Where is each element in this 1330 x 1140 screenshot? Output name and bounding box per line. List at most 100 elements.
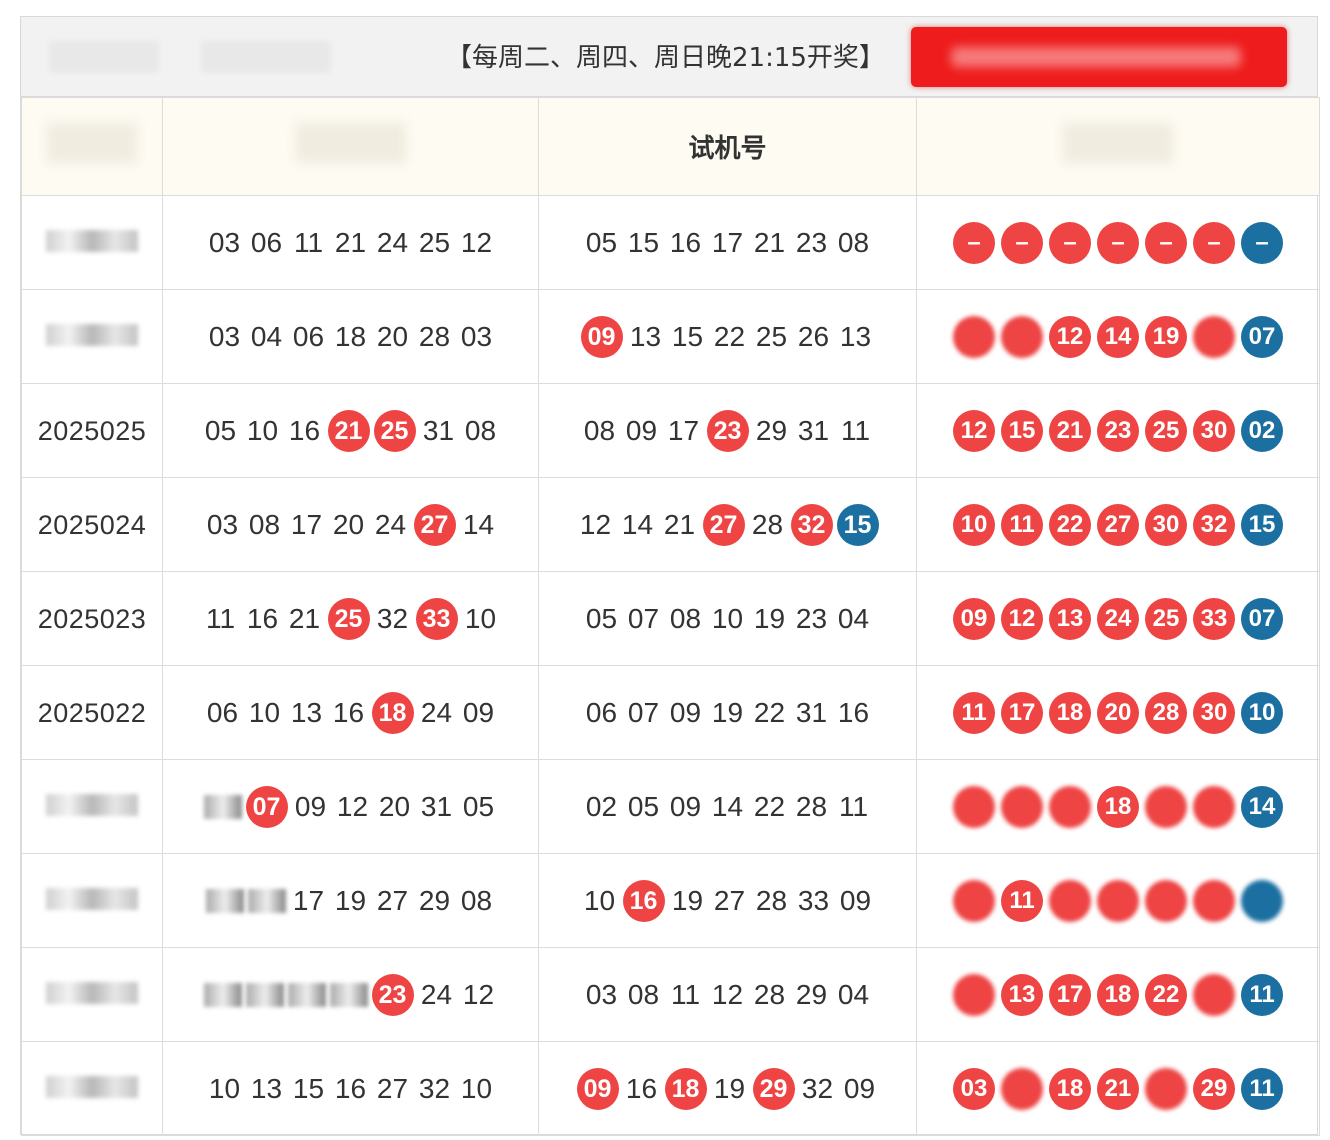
trial-number: 28 [751, 508, 784, 540]
draw-number: 06 [206, 696, 239, 728]
action-button[interactable] [911, 27, 1287, 87]
draw-numbers-cell: 10 13 15 16 27 32 10 [162, 1041, 539, 1136]
draw-numbers: 03 04 06 18 20 28 03 [204, 319, 498, 352]
trial-number: 29 [795, 978, 828, 1010]
trial-number: 26 [797, 320, 830, 352]
draw-number: 27 [376, 1072, 409, 1104]
draw-number: 27 [413, 503, 456, 546]
table-row: 2025022 06 10 13 16 18 24 09 06 07 09 19 22 31 16 11 17 1… [21, 665, 1320, 760]
red-ball: 18 [1097, 973, 1139, 1016]
red-ball: 11 [953, 691, 995, 734]
trial-number: 17 [667, 414, 700, 446]
red-ball: 11 [1001, 503, 1043, 546]
results-table: 试机号 03 06 11 21 24 25 12 05 15 16 17 21 23 08– – – – – – –0… [21, 97, 1320, 1136]
draw-number: 29 [418, 884, 451, 916]
draw-number: 19 [334, 884, 367, 916]
draw-number: 32 [376, 602, 409, 634]
prize-balls: 11 17 18 20 28 30 10 [950, 691, 1286, 734]
trial-numbers: 09 13 15 22 25 26 13 [579, 315, 877, 358]
trial-number: 09 [669, 696, 702, 728]
prize-balls: 11 [950, 879, 1286, 922]
trial-number: 12 [579, 508, 612, 540]
tab-blurred-1[interactable] [49, 41, 159, 73]
table-row: 17 19 27 29 08 10 16 19 27 28 33 09 11 [21, 853, 1320, 948]
draw-numbers-cell: 06 10 13 16 18 24 09 [162, 665, 539, 760]
red-ball: 29 [1193, 1067, 1235, 1110]
period-cell [21, 1041, 163, 1136]
prize-balls-cell: 03 18 21 29 11 [916, 1041, 1320, 1136]
prize-balls: 10 11 22 27 30 32 15 [950, 503, 1286, 546]
trial-number: 27 [702, 503, 745, 546]
period-number: 2025025 [37, 415, 147, 446]
draw-number: 16 [332, 696, 365, 728]
period-number-blurred [46, 229, 138, 252]
draw-schedule-text: 【每周二、周四、周日晚21:15开奖】 [446, 43, 885, 73]
red-ball: 13 [1001, 973, 1043, 1016]
draw-number: 11 [293, 226, 324, 258]
red-ball: 18 [1097, 785, 1139, 828]
draw-number: 21 [334, 226, 367, 258]
draw-numbers: 06 10 13 16 18 24 09 [202, 691, 500, 734]
tab-blurred-2[interactable] [201, 41, 331, 73]
draw-number: 24 [420, 696, 453, 728]
trial-number: 10 [583, 884, 616, 916]
draw-number: 25 [327, 597, 370, 640]
trial-numbers: 08 09 17 23 29 31 11 [579, 409, 877, 452]
trial-numbers: 12 14 21 27 28 32 15 [575, 503, 881, 546]
blue-ball: 10 [1241, 691, 1283, 734]
prize-balls: 18 14 [950, 785, 1286, 828]
table-row: 2025025 05 10 16 21 25 31 08 08 09 17 23 29 31 11 12 15 2… [21, 383, 1320, 478]
draw-number: 09 [294, 790, 327, 822]
table-row: 10 13 15 16 27 32 10 09 16 18 19 29 32 09 03 18 21 29 11 [21, 1041, 1320, 1136]
draw-number: 31 [422, 414, 455, 446]
trial-number: 16 [837, 696, 870, 728]
table-body: 03 06 11 21 24 25 12 05 15 16 17 21 23 08– – – – – – –03 04 0… [21, 195, 1320, 1136]
draw-number: 23 [371, 973, 414, 1016]
draw-number [329, 982, 368, 1007]
draw-number: 03 [460, 320, 493, 352]
trial-number: 13 [629, 320, 662, 352]
period-number-blurred [46, 887, 138, 910]
red-ball: 33 [1193, 597, 1235, 640]
draw-number: 20 [378, 790, 411, 822]
draw-number: 08 [248, 508, 281, 540]
trial-number: 21 [663, 508, 696, 540]
period-cell [21, 947, 163, 1042]
draw-number [247, 888, 286, 913]
red-ball [1145, 1067, 1187, 1110]
period-cell: 2025023 [21, 571, 163, 666]
red-ball: 23 [1097, 409, 1139, 452]
draw-number: 24 [374, 508, 407, 540]
trial-number: 09 [580, 315, 623, 358]
period-number-blurred [46, 793, 138, 816]
red-ball: 18 [1049, 691, 1091, 734]
draw-numbers-cell: 07 09 12 20 31 05 [162, 759, 539, 854]
trial-numbers-cell: 05 07 08 10 19 23 04 [538, 571, 917, 666]
draw-number: 08 [460, 884, 493, 916]
trial-number: 31 [795, 696, 828, 728]
draw-number: 10 [208, 1072, 241, 1104]
trial-number: 14 [621, 508, 654, 540]
trial-number: 09 [839, 884, 872, 916]
trial-number: 08 [627, 978, 660, 1010]
draw-number: 06 [292, 320, 325, 352]
red-ball: 12 [953, 409, 995, 452]
red-ball [953, 785, 995, 828]
period-cell: 2025025 [21, 383, 163, 478]
draw-number: 16 [334, 1072, 367, 1104]
red-ball [1145, 879, 1187, 922]
draw-number: 11 [205, 602, 236, 634]
trial-number: 15 [671, 320, 704, 352]
red-ball: 30 [1193, 691, 1235, 734]
draw-number: 28 [418, 320, 451, 352]
prize-balls-cell: – – – – – – – [916, 195, 1320, 290]
red-ball: 28 [1145, 691, 1187, 734]
trial-numbers-cell: 05 15 16 17 21 23 08 [538, 195, 917, 290]
trial-number: 15 [627, 226, 660, 258]
prize-balls: 03 18 21 29 11 [950, 1067, 1286, 1110]
blue-ball: 07 [1241, 315, 1283, 358]
red-ball: 12 [1001, 597, 1043, 640]
red-ball: 03 [953, 1067, 995, 1110]
draw-number: 05 [462, 790, 495, 822]
draw-number: 05 [204, 414, 237, 446]
